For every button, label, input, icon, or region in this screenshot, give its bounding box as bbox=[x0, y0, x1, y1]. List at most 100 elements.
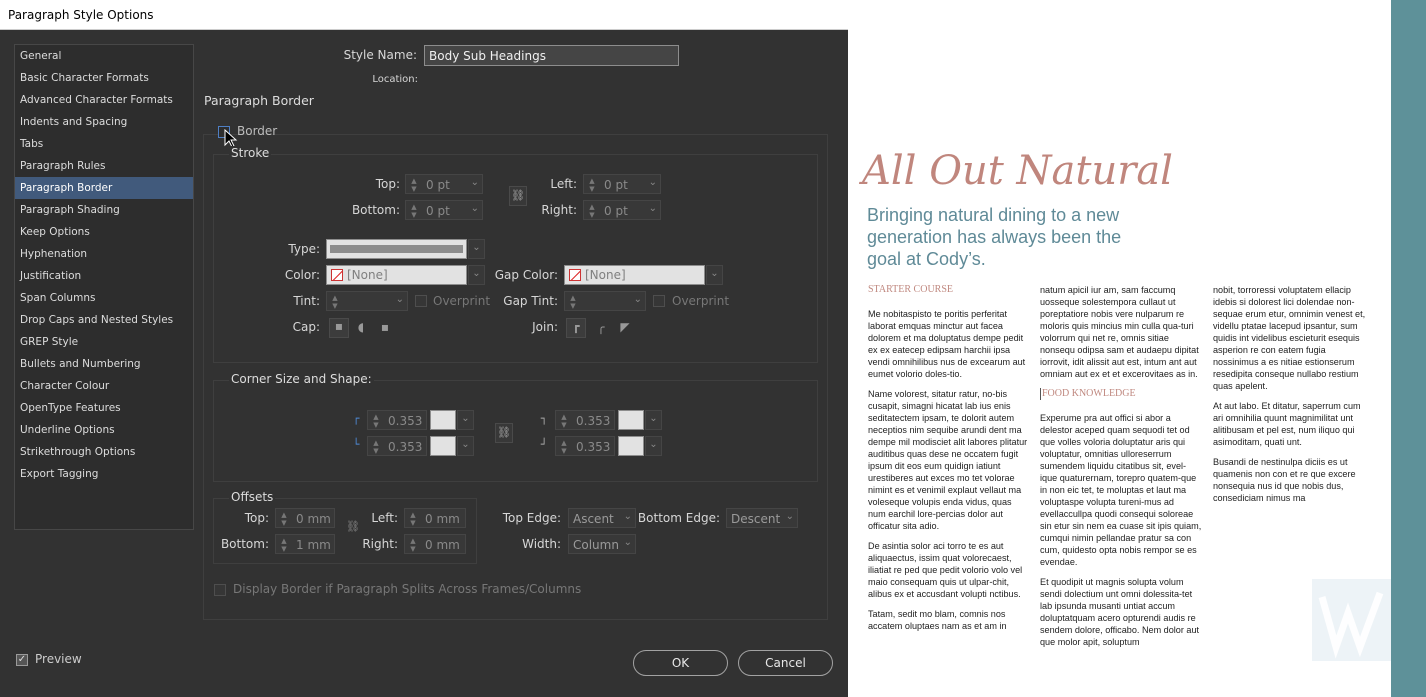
top-left-corner-icon: ┌ bbox=[352, 412, 360, 425]
nav-item-opentype-features[interactable]: OpenType Features bbox=[15, 397, 193, 419]
ok-button[interactable]: OK bbox=[633, 650, 728, 676]
corner-top-right-shape[interactable] bbox=[618, 410, 644, 430]
preview-checkbox[interactable]: ✓ bbox=[16, 654, 28, 666]
corner-top-right-field[interactable]: ▲ ▼ 0.353 bbox=[555, 410, 615, 430]
text-column-3: nobit, torroressi voluptatem ellacip ide… bbox=[1213, 284, 1373, 512]
stroke-left-field[interactable]: ▲ ▼ 0 pt ⌄ bbox=[583, 174, 661, 194]
corner-bottom-left-dropdown-icon[interactable]: ⌄ bbox=[457, 436, 474, 456]
corner-bottom-right-field[interactable]: ▲ ▼ 0.353 bbox=[555, 436, 615, 456]
round-cap-icon[interactable]: ◖ bbox=[352, 320, 370, 338]
style-name-input[interactable]: Body Sub Headings bbox=[424, 45, 679, 66]
stroke-bottom-field[interactable]: ▲ ▼ 0 pt ⌄ bbox=[405, 200, 483, 220]
offset-left-field[interactable]: ▲ ▼ 0 mm bbox=[404, 508, 466, 528]
nav-item-export-tagging[interactable]: Export Tagging bbox=[15, 463, 193, 485]
bottom-right-corner-icon: ┘ bbox=[540, 438, 548, 451]
color-label: Color: bbox=[284, 268, 320, 282]
nav-item-character-colour[interactable]: Character Colour bbox=[15, 375, 193, 397]
corner-bottom-right-shape[interactable] bbox=[618, 436, 644, 456]
stroke-type-select[interactable] bbox=[326, 239, 467, 259]
corner-link-icon[interactable]: ⛓ bbox=[495, 423, 513, 443]
offsets-label: Offsets bbox=[229, 490, 276, 504]
document-headline: All Out Natural bbox=[862, 148, 1173, 194]
corner-bottom-right-dropdown-icon[interactable]: ⌄ bbox=[645, 436, 662, 456]
offset-right-field[interactable]: ▲ ▼ 0 mm bbox=[404, 534, 466, 554]
gap-overprint-checkbox[interactable] bbox=[653, 295, 665, 307]
stroke-label: Stroke bbox=[229, 146, 272, 160]
width-select[interactable]: Column ⌄ bbox=[568, 534, 636, 554]
nav-item-drop-caps-and-nested-styles[interactable]: Drop Caps and Nested Styles bbox=[15, 309, 193, 331]
nav-item-keep-options[interactable]: Keep Options bbox=[15, 221, 193, 243]
body-paragraph: natum apicil iur am, sam faccumq uossequ… bbox=[1040, 285, 1199, 379]
nav-item-basic-character-formats[interactable]: Basic Character Formats bbox=[15, 67, 193, 89]
stroke-right-field[interactable]: ▲ ▼ 0 pt ⌄ bbox=[583, 200, 661, 220]
nav-item-span-columns[interactable]: Span Columns bbox=[15, 287, 193, 309]
butt-cap-icon[interactable]: ▪ bbox=[329, 318, 349, 338]
preview-label: Preview bbox=[35, 652, 82, 666]
stroke-left-label: Left: bbox=[550, 177, 577, 191]
corner-top-left-field[interactable]: ▲ ▼ 0.353 bbox=[367, 410, 427, 430]
width-label: Width: bbox=[522, 537, 561, 551]
body-paragraph: Me nobitaspisto te poritis perferitat la… bbox=[868, 309, 1026, 379]
miter-join-icon[interactable]: ┏ bbox=[566, 318, 586, 338]
section-title: Paragraph Border bbox=[204, 93, 314, 108]
offset-right-label: Right: bbox=[362, 537, 398, 551]
corner-top-right-dropdown-icon[interactable]: ⌄ bbox=[645, 410, 662, 430]
nav-item-paragraph-shading[interactable]: Paragraph Shading bbox=[15, 199, 193, 221]
nav-item-underline-options[interactable]: Underline Options bbox=[15, 419, 193, 441]
offset-bottom-label: Bottom: bbox=[220, 537, 269, 551]
bottom-edge-select[interactable]: Descent ⌄ bbox=[726, 508, 798, 528]
stroke-top-field[interactable]: ▲ ▼ 0 pt ⌄ bbox=[405, 174, 483, 194]
body-paragraph: Name volorest, sitatur ratur, no-bis cus… bbox=[868, 389, 1028, 531]
nav-item-strikethrough-options[interactable]: Strikethrough Options bbox=[15, 441, 193, 463]
projecting-cap-icon[interactable]: ▪ bbox=[376, 320, 394, 338]
text-column-2: natum apicil iur am, sam faccumq uossequ… bbox=[1040, 284, 1202, 656]
nav-item-advanced-character-formats[interactable]: Advanced Character Formats bbox=[15, 89, 193, 111]
gap-color-dropdown-icon[interactable]: ⌄ bbox=[706, 265, 723, 285]
color-select[interactable]: [None] bbox=[326, 265, 467, 285]
nav-item-tabs[interactable]: Tabs bbox=[15, 133, 193, 155]
nav-item-paragraph-border[interactable]: Paragraph Border bbox=[15, 177, 193, 199]
join-label: Join: bbox=[532, 320, 558, 334]
nav-item-grep-style[interactable]: GREP Style bbox=[15, 331, 193, 353]
corner-top-left-shape[interactable] bbox=[430, 410, 456, 430]
page-edge-bar bbox=[1391, 0, 1426, 697]
document-subhead: Bringing natural dining to a new generat… bbox=[867, 205, 1122, 269]
top-edge-select[interactable]: Ascent ⌄ bbox=[568, 508, 636, 528]
corner-group bbox=[213, 380, 818, 482]
offset-bottom-field[interactable]: ▲ ▼ 1 mm bbox=[275, 534, 335, 554]
offset-top-label: Top: bbox=[244, 511, 269, 525]
bevel-join-icon[interactable]: ◤ bbox=[616, 320, 634, 338]
nav-item-general[interactable]: General bbox=[15, 45, 193, 67]
display-border-checkbox[interactable] bbox=[214, 584, 226, 596]
nav-item-paragraph-rules[interactable]: Paragraph Rules bbox=[15, 155, 193, 177]
stroke-right-label: Right: bbox=[541, 203, 577, 217]
nav-item-justification[interactable]: Justification bbox=[15, 265, 193, 287]
category-list: General Basic Character Formats Advanced C… bbox=[14, 44, 194, 530]
type-label: Type: bbox=[288, 242, 320, 256]
corner-top-left-dropdown-icon[interactable]: ⌄ bbox=[457, 410, 474, 430]
body-paragraph: Experume pra aut offici si abor a delest… bbox=[1040, 413, 1202, 567]
overprint-checkbox[interactable] bbox=[415, 295, 427, 307]
tint-label: Tint: bbox=[293, 294, 320, 308]
corner-bottom-left-shape[interactable] bbox=[430, 436, 456, 456]
round-join-icon[interactable]: ╭ bbox=[592, 320, 610, 338]
none-swatch-icon bbox=[569, 269, 581, 281]
dialog-title: Paragraph Style Options bbox=[0, 0, 848, 30]
corner-bottom-left-field[interactable]: ▲ ▼ 0.353 bbox=[367, 436, 427, 456]
body-paragraph: De asintia solor aci torro te es aut ali… bbox=[868, 541, 1023, 599]
gap-tint-field[interactable]: ▲ ▼ ⌄ bbox=[564, 291, 646, 311]
stroke-type-dropdown-icon[interactable]: ⌄ bbox=[468, 239, 485, 259]
food-knowledge-heading: FOOD KNOWLEDGE bbox=[1040, 388, 1202, 400]
gap-color-label: Gap Color: bbox=[494, 268, 558, 282]
corner-label: Corner Size and Shape: bbox=[229, 372, 374, 386]
nav-item-hyphenation[interactable]: Hyphenation bbox=[15, 243, 193, 265]
nav-item-indents-and-spacing[interactable]: Indents and Spacing bbox=[15, 111, 193, 133]
tint-field[interactable]: ▲ ▼ ⌄ bbox=[326, 291, 408, 311]
style-name-label: Style Name: bbox=[343, 48, 417, 62]
body-paragraph: nobit, torroressi voluptatem ellacip ide… bbox=[1213, 285, 1366, 391]
offset-top-field[interactable]: ▲ ▼ 0 mm bbox=[275, 508, 335, 528]
bottom-left-corner-icon: └ bbox=[352, 438, 360, 451]
gap-color-select[interactable]: [None] bbox=[564, 265, 705, 285]
nav-item-bullets-and-numbering[interactable]: Bullets and Numbering bbox=[15, 353, 193, 375]
cancel-button[interactable]: Cancel bbox=[738, 650, 833, 676]
